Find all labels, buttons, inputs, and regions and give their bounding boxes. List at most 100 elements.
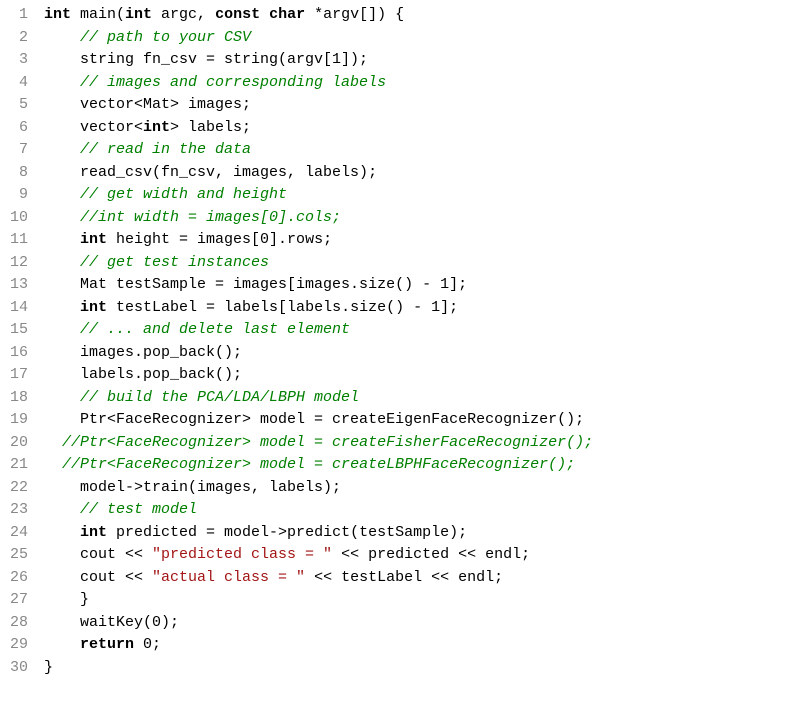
line-number: 25	[4, 544, 28, 567]
line-number: 26	[4, 567, 28, 590]
line-number: 17	[4, 364, 28, 387]
line-number: 1	[4, 4, 28, 27]
comment-token: //Ptr<FaceRecognizer> model = createLBPH…	[62, 456, 575, 473]
code-line: cout << "actual class = " << testLabel <…	[44, 567, 593, 590]
code-token: testLabel = labels[labels.size() - 1];	[107, 299, 458, 316]
line-number: 4	[4, 72, 28, 95]
code-token: << predicted << endl;	[332, 546, 530, 563]
code-line: // images and corresponding labels	[44, 72, 593, 95]
code-line: return 0;	[44, 634, 593, 657]
code-token: Mat testSample = images[images.size() - …	[80, 276, 467, 293]
line-number: 18	[4, 387, 28, 410]
comment-token: // read in the data	[80, 141, 251, 158]
code-line: // test model	[44, 499, 593, 522]
code-token: model->train(images, labels);	[80, 479, 341, 496]
line-number: 27	[4, 589, 28, 612]
code-token: << testLabel << endl;	[305, 569, 503, 586]
code-token: Ptr<FaceRecognizer> model = createEigenF…	[80, 411, 584, 428]
code-token: argc,	[152, 6, 215, 23]
line-number: 3	[4, 49, 28, 72]
line-number: 22	[4, 477, 28, 500]
line-number: 5	[4, 94, 28, 117]
code-token: cout <<	[80, 546, 152, 563]
comment-token: //Ptr<FaceRecognizer> model = createFish…	[62, 434, 593, 451]
line-number: 14	[4, 297, 28, 320]
code-line: int testLabel = labels[labels.size() - 1…	[44, 297, 593, 320]
comment-token: // images and corresponding labels	[80, 74, 386, 91]
line-number: 9	[4, 184, 28, 207]
code-token: }	[44, 659, 53, 676]
keyword-token: int	[80, 231, 107, 248]
line-number: 6	[4, 117, 28, 140]
line-number: 8	[4, 162, 28, 185]
keyword-token: int	[44, 6, 71, 23]
code-line: int predicted = model->predict(testSampl…	[44, 522, 593, 545]
line-number: 23	[4, 499, 28, 522]
code-line: }	[44, 657, 593, 680]
comment-token: // ... and delete last element	[80, 321, 350, 338]
comment-token: //int width = images[0].cols;	[80, 209, 341, 226]
code-area: int main(int argc, const char *argv[]) {…	[36, 0, 601, 683]
code-line: }	[44, 589, 593, 612]
line-number: 30	[4, 657, 28, 680]
code-token: > labels;	[170, 119, 251, 136]
line-number: 2	[4, 27, 28, 50]
comment-token: // build the PCA/LDA/LBPH model	[80, 389, 359, 406]
code-line: //Ptr<FaceRecognizer> model = createFish…	[44, 432, 593, 455]
comment-token: // get width and height	[80, 186, 287, 203]
line-number: 21	[4, 454, 28, 477]
code-token	[260, 6, 269, 23]
comment-token: // test model	[80, 501, 197, 518]
code-line: vector<int> labels;	[44, 117, 593, 140]
line-number-gutter: 1234567891011121314151617181920212223242…	[0, 0, 36, 683]
comment-token: // get test instances	[80, 254, 269, 271]
code-line: Ptr<FaceRecognizer> model = createEigenF…	[44, 409, 593, 432]
code-line: // build the PCA/LDA/LBPH model	[44, 387, 593, 410]
code-line: string fn_csv = string(argv[1]);	[44, 49, 593, 72]
keyword-token: int	[125, 6, 152, 23]
code-token: *argv[]) {	[305, 6, 404, 23]
code-line: //int width = images[0].cols;	[44, 207, 593, 230]
line-number: 28	[4, 612, 28, 635]
code-line: model->train(images, labels);	[44, 477, 593, 500]
line-number: 13	[4, 274, 28, 297]
code-token: vector<	[80, 119, 143, 136]
code-line: // ... and delete last element	[44, 319, 593, 342]
code-token: labels.pop_back();	[80, 366, 242, 383]
code-token: images.pop_back();	[80, 344, 242, 361]
code-token: vector<Mat> images;	[80, 96, 251, 113]
code-line: cout << "predicted class = " << predicte…	[44, 544, 593, 567]
code-line: //Ptr<FaceRecognizer> model = createLBPH…	[44, 454, 593, 477]
code-token: height = images[0].rows;	[107, 231, 332, 248]
code-line: read_csv(fn_csv, images, labels);	[44, 162, 593, 185]
code-line: waitKey(0);	[44, 612, 593, 635]
code-line: // path to your CSV	[44, 27, 593, 50]
line-number: 20	[4, 432, 28, 455]
code-token: read_csv(fn_csv, images, labels);	[80, 164, 377, 181]
line-number: 11	[4, 229, 28, 252]
code-line: Mat testSample = images[images.size() - …	[44, 274, 593, 297]
line-number: 29	[4, 634, 28, 657]
line-number: 10	[4, 207, 28, 230]
keyword-token: const	[215, 6, 260, 23]
code-token: 0;	[134, 636, 161, 653]
code-line: // get test instances	[44, 252, 593, 275]
code-token: cout <<	[80, 569, 152, 586]
line-number: 7	[4, 139, 28, 162]
line-number: 24	[4, 522, 28, 545]
string-token: "predicted class = "	[152, 546, 332, 563]
line-number: 12	[4, 252, 28, 275]
code-line: labels.pop_back();	[44, 364, 593, 387]
code-line: vector<Mat> images;	[44, 94, 593, 117]
comment-token: // path to your CSV	[80, 29, 251, 46]
keyword-token: int	[80, 299, 107, 316]
keyword-token: int	[143, 119, 170, 136]
code-token: }	[80, 591, 89, 608]
keyword-token: int	[80, 524, 107, 541]
line-number: 19	[4, 409, 28, 432]
code-line: int main(int argc, const char *argv[]) {	[44, 4, 593, 27]
code-token: predicted = model->predict(testSample);	[107, 524, 467, 541]
code-line: int height = images[0].rows;	[44, 229, 593, 252]
code-token: waitKey(0);	[80, 614, 179, 631]
code-line: images.pop_back();	[44, 342, 593, 365]
